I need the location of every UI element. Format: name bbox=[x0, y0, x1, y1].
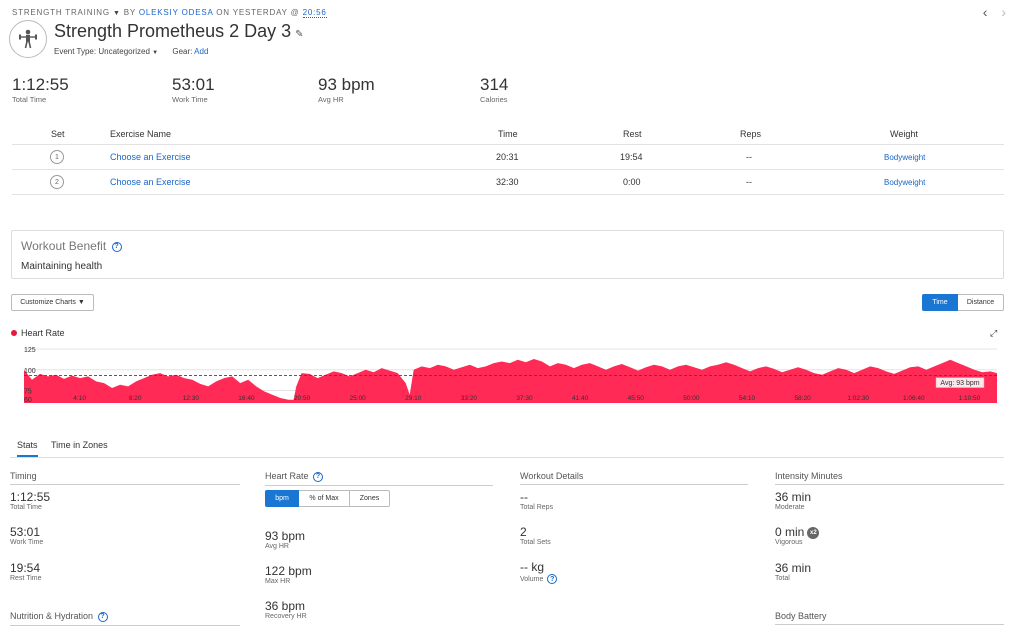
weight-link[interactable]: Bodyweight bbox=[884, 145, 925, 169]
y-tick-label: 75 bbox=[24, 389, 32, 396]
summary-avg-hr: 93 bpm Avg HR bbox=[318, 75, 375, 104]
owner-link[interactable]: OLEKSIY ODESA bbox=[139, 8, 213, 17]
activity-nav: ‹ › bbox=[973, 4, 1006, 20]
caret-down-icon: ▼ bbox=[152, 50, 159, 56]
summary-work-time: 53:01 Work Time bbox=[172, 75, 215, 104]
stat-total-reps: -- Total Reps bbox=[520, 490, 554, 511]
info-icon[interactable]: ? bbox=[547, 574, 558, 584]
weight-link[interactable]: Bodyweight bbox=[884, 170, 925, 194]
previous-arrow-icon[interactable]: ‹ bbox=[983, 4, 988, 20]
set-number-badge: 2 bbox=[50, 175, 64, 189]
info-icon[interactable]: ? bbox=[111, 241, 122, 252]
table-row: 1 Choose an Exercise 20:31 19:54 -- Body… bbox=[12, 145, 1004, 170]
heart-rate-chart[interactable]: 125 100 7560 4:10 8:20 12:30 16:40 20:50 25:00 29… bbox=[10, 345, 1000, 405]
y-tick-label: 60 bbox=[24, 397, 32, 404]
next-arrow-icon[interactable]: › bbox=[1001, 4, 1006, 20]
activity-type[interactable]: STRENGTH TRAINING bbox=[12, 8, 110, 17]
heart-rate-section: Heart Rate ? bbox=[265, 471, 493, 486]
sets-table: Set Exercise Name Time Rest Reps Weight … bbox=[12, 124, 1004, 195]
workout-benefit-value: Maintaining health bbox=[21, 261, 103, 272]
x-tick-label: 1:02:30 bbox=[847, 395, 869, 402]
x-tick-label: 58:20 bbox=[794, 395, 811, 402]
stat-moderate: 36 min Moderate bbox=[775, 490, 812, 511]
x-tick-label: 1:06:40 bbox=[903, 395, 925, 402]
stat-intensity-total: 36 min Total bbox=[775, 561, 812, 582]
activity-breadcrumb: STRENGTH TRAINING ▼ BY OLEKSIY ODESA ON … bbox=[12, 8, 327, 18]
x-tick-label: 25:00 bbox=[350, 395, 367, 402]
heart-rate-legend-dot bbox=[11, 330, 17, 336]
y-tick-label: 100 bbox=[24, 368, 36, 375]
info-icon[interactable]: ? bbox=[313, 471, 324, 482]
y-tick-label: 125 bbox=[24, 347, 36, 354]
expand-icon[interactable]: ⤢ bbox=[990, 328, 997, 339]
time-toggle-button[interactable]: Time bbox=[922, 294, 958, 311]
set-number-badge: 1 bbox=[50, 150, 64, 164]
bpm-button[interactable]: bpm bbox=[265, 490, 299, 507]
x-tick-label: 4:10 bbox=[73, 395, 86, 402]
table-row: 2 Choose an Exercise 32:30 0:00 -- Bodyw… bbox=[12, 170, 1004, 195]
stat-vigorous: 0 min x2 Vigorous bbox=[775, 525, 820, 546]
workout-benefit-card: Workout Benefit ? Maintaining health bbox=[11, 230, 1004, 279]
tab-stats[interactable]: Stats bbox=[17, 440, 38, 457]
stats-tabs: Stats Time in Zones bbox=[10, 438, 1004, 458]
activity-meta: Event Type: Uncategorized ▼ Gear: Add bbox=[54, 47, 209, 56]
intensity-minutes-section: Intensity Minutes bbox=[775, 471, 1004, 485]
x-tick-label: 1:10:50 bbox=[959, 395, 981, 402]
summary-calories: 314 Calories bbox=[480, 75, 509, 104]
x2-badge: x2 bbox=[807, 526, 820, 539]
choose-exercise-link[interactable]: Choose an Exercise bbox=[110, 145, 191, 169]
stat-avg-hr: 93 bpm Avg HR bbox=[265, 529, 306, 550]
x-tick-label: 37:30 bbox=[516, 395, 533, 402]
stat-volume: -- kg Volume ? bbox=[520, 560, 558, 584]
stat-rest-time: 19:54 Rest Time bbox=[10, 561, 42, 582]
x-tick-label: 45:50 bbox=[628, 395, 645, 402]
x-tick-label: 8:20 bbox=[129, 395, 142, 402]
stat-max-hr: 122 bpm Max HR bbox=[265, 564, 312, 585]
table-header: Set Exercise Name Time Rest Reps Weight bbox=[12, 124, 1004, 145]
event-type-dropdown[interactable]: Uncategorized ▼ bbox=[98, 47, 158, 56]
add-gear-link[interactable]: Add bbox=[194, 47, 208, 56]
chart-axis-toggle: Time Distance bbox=[922, 294, 1004, 311]
zones-button[interactable]: Zones bbox=[350, 490, 390, 507]
summary-total-time: 1:12:55 Total Time bbox=[12, 75, 69, 104]
choose-exercise-link[interactable]: Choose an Exercise bbox=[110, 170, 191, 194]
chart-legend: Heart Rate bbox=[11, 328, 65, 338]
x-tick-label: 29:10 bbox=[405, 395, 422, 402]
hr-unit-toggle: bpm % of Max Zones bbox=[265, 490, 390, 507]
strength-training-icon bbox=[9, 20, 47, 58]
x-tick-label: 41:40 bbox=[572, 395, 589, 402]
timing-section: Timing bbox=[10, 471, 240, 485]
activity-time-link[interactable]: 20:56 bbox=[302, 8, 327, 18]
x-tick-label: 54:10 bbox=[739, 395, 756, 402]
nutrition-section: Nutrition & Hydration ? bbox=[10, 611, 240, 626]
activity-title: Strength Prometheus 2 Day 3 ✎ bbox=[54, 21, 304, 41]
stat-total-time: 1:12:55 Total Time bbox=[10, 490, 51, 511]
x-tick-label: 33:20 bbox=[461, 395, 478, 402]
activity-date: YESTERDAY bbox=[232, 8, 288, 17]
edit-pencil-icon[interactable]: ✎ bbox=[295, 29, 303, 40]
workout-details-section: Workout Details bbox=[520, 471, 748, 485]
info-icon[interactable]: ? bbox=[97, 611, 108, 622]
tab-time-in-zones[interactable]: Time in Zones bbox=[51, 440, 108, 450]
x-tick-label: 16:40 bbox=[238, 395, 255, 402]
stat-total-sets: 2 Total Sets bbox=[520, 525, 551, 546]
x-tick-label: 50:00 bbox=[683, 395, 700, 402]
percent-max-button[interactable]: % of Max bbox=[299, 490, 350, 507]
distance-toggle-button[interactable]: Distance bbox=[958, 294, 1004, 311]
x-tick-label: 20:50 bbox=[294, 395, 311, 402]
body-battery-section: Body Battery bbox=[775, 611, 1004, 625]
stat-work-time: 53:01 Work Time bbox=[10, 525, 44, 546]
caret-down-icon: ▼ bbox=[77, 299, 85, 306]
customize-charts-dropdown[interactable]: Customize Charts ▼ bbox=[11, 294, 94, 311]
x-tick-label: 12:30 bbox=[183, 395, 200, 402]
stat-recovery-hr: 36 bpm Recovery HR bbox=[265, 599, 307, 620]
caret-down-icon[interactable]: ▼ bbox=[113, 10, 121, 17]
avg-label: Avg: 93 bpm bbox=[940, 380, 979, 387]
